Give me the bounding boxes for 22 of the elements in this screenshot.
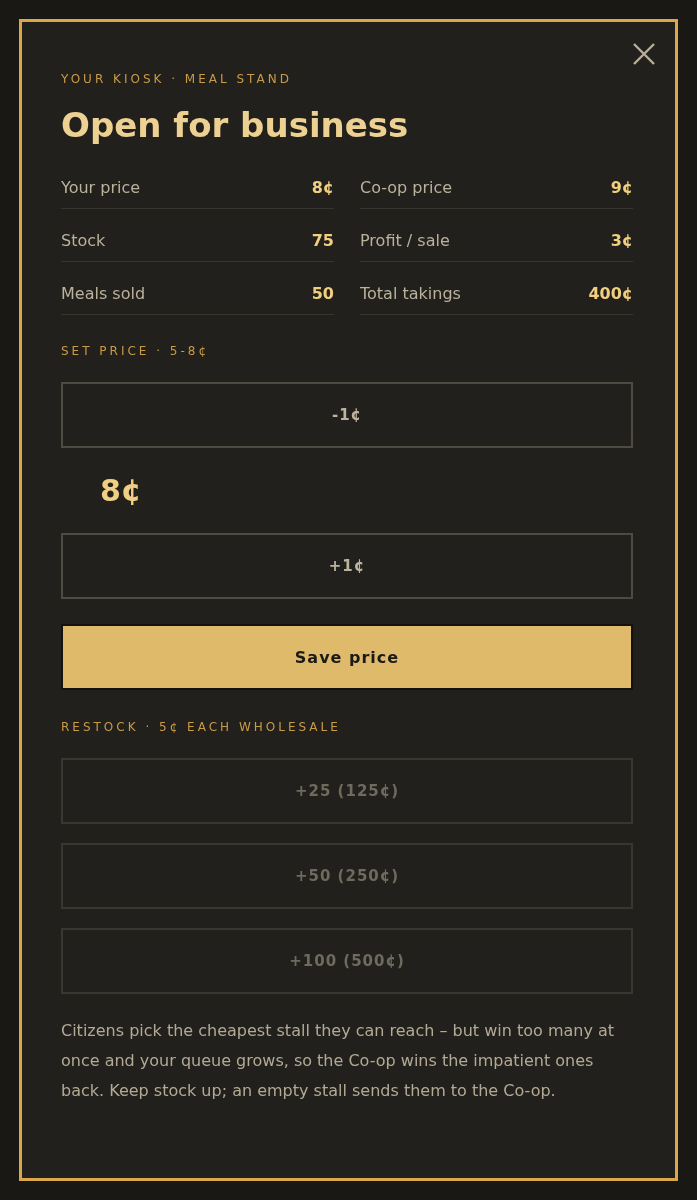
stat-value: 400¢ — [588, 284, 633, 304]
stat-value: 50 — [311, 284, 334, 304]
section-heading: RESTOCK · 5¢ EACH WHOLESALE — [61, 719, 341, 736]
stat-label: Your price — [61, 178, 141, 198]
stat-value: 3¢ — [610, 231, 633, 251]
stat-label: Profit / sale — [360, 231, 450, 251]
stat-label: Meals sold — [61, 284, 146, 304]
stat-value: 9¢ — [610, 178, 633, 198]
increase-price-button[interactable]: +1¢ — [61, 533, 633, 599]
dialog-title: Open for business — [61, 105, 409, 145]
decrease-price-button[interactable]: -1¢ — [61, 382, 633, 448]
stat-label: Stock — [61, 231, 106, 251]
save-price-button[interactable]: Save price — [61, 624, 633, 690]
stat-value: 8¢ — [311, 178, 334, 198]
current-price: 8¢ — [100, 472, 142, 510]
stat-label: Co-op price — [360, 178, 453, 198]
info-paragraph: Citizens pick the cheapest stall they can reach – but win too many at once and your queue grows, so the Co-op wins the impatient ones back. Keep stock up; an empty stall sends them to the Co-op. — [61, 1020, 616, 1102]
dialog-eyebrow: YOUR KIOSK · MEAL STAND — [61, 71, 292, 88]
stat-label: Total takings — [360, 284, 461, 304]
close-icon[interactable] — [632, 42, 656, 66]
stat-value: 75 — [311, 231, 334, 251]
section-heading: SET PRICE · 5-8¢ — [61, 343, 210, 360]
